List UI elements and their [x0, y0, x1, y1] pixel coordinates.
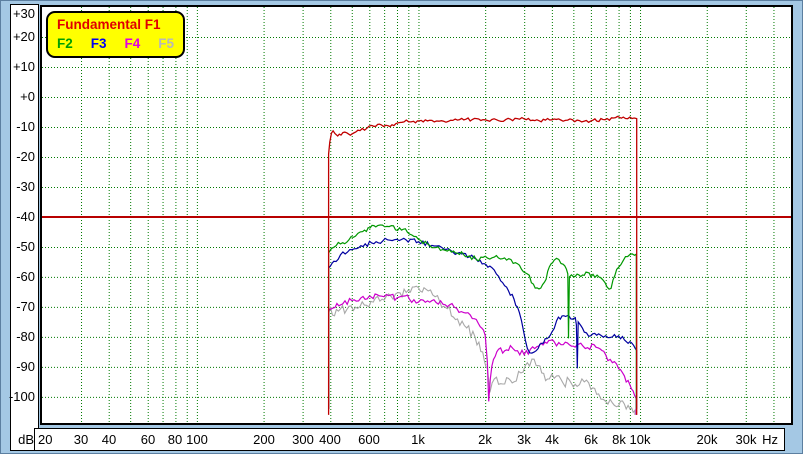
legend-item-f2: F2: [57, 34, 73, 53]
y-tick-label: -70: [16, 300, 35, 314]
y-tick-label: -90: [16, 360, 35, 374]
x-axis-unit: Hz: [762, 432, 778, 447]
x-tick-label: 20: [38, 432, 52, 447]
x-tick-label: 600: [358, 432, 380, 447]
spectrum-analyzer-window: dB +30 +20 +10 +0 -10 -20 -30 -40 -50 -60 -70 -80 -9…: [0, 0, 803, 454]
legend-fundamental-label: Fundamental F1: [57, 15, 174, 34]
legend-harmonics-row: F2 F3 F4 F5: [57, 34, 174, 53]
x-tick-label: 4k: [545, 432, 559, 447]
x-tick-label: 1k: [411, 432, 425, 447]
x-tick-label: 300: [292, 432, 314, 447]
x-axis: Hz 20 30 40 60 80 100 200 300 400 600 1k 2k 3k 4k 6k 8k…: [34, 428, 785, 451]
curve-f4: [329, 294, 636, 415]
legend-item-f5: F5: [158, 34, 174, 53]
harmonic-distortion-chart: [42, 7, 791, 423]
x-tick-label: 20k: [697, 432, 718, 447]
y-tick-label: +30: [13, 7, 35, 21]
y-axis: dB +30 +20 +10 +0 -10 -20 -30 -40 -50 -60 -70 -80 -9…: [10, 4, 39, 451]
curve-f1: [329, 116, 637, 415]
curve-f3: [329, 238, 637, 409]
legend-box: Fundamental F1 F2 F3 F4 F5: [46, 11, 185, 58]
x-tick-label: 100: [186, 432, 208, 447]
x-tick-label: 40: [102, 432, 116, 447]
x-tick-label: 10k: [630, 432, 651, 447]
y-tick-label: -60: [16, 270, 35, 284]
y-tick-label: +10: [13, 60, 35, 74]
y-tick-label: -10: [16, 120, 35, 134]
y-tick-label: -20: [16, 150, 35, 164]
x-tick-label: 3k: [517, 432, 531, 447]
legend-item-f3: F3: [91, 34, 107, 53]
curve-f5: [329, 286, 635, 415]
x-tick-label: 30k: [736, 432, 757, 447]
legend-item-f4: F4: [125, 34, 141, 53]
plot-area[interactable]: [40, 5, 793, 425]
x-tick-label: 80: [168, 432, 182, 447]
y-tick-label: -100: [9, 390, 35, 404]
y-axis-unit: dB: [18, 432, 34, 447]
x-tick-label: 30: [74, 432, 88, 447]
x-tick-label: 200: [253, 432, 275, 447]
y-tick-label: -50: [16, 240, 35, 254]
x-tick-label: 8k: [612, 432, 626, 447]
y-tick-label: +20: [13, 30, 35, 44]
y-tick-label: -40: [16, 210, 35, 224]
y-tick-label: +0: [20, 90, 35, 104]
x-tick-label: 60: [141, 432, 155, 447]
x-tick-label: 400: [319, 432, 341, 447]
y-tick-label: -80: [16, 330, 35, 344]
curve-f2: [329, 225, 637, 409]
x-tick-label: 2k: [478, 432, 492, 447]
x-tick-label: 6k: [584, 432, 598, 447]
y-tick-label: -30: [16, 180, 35, 194]
